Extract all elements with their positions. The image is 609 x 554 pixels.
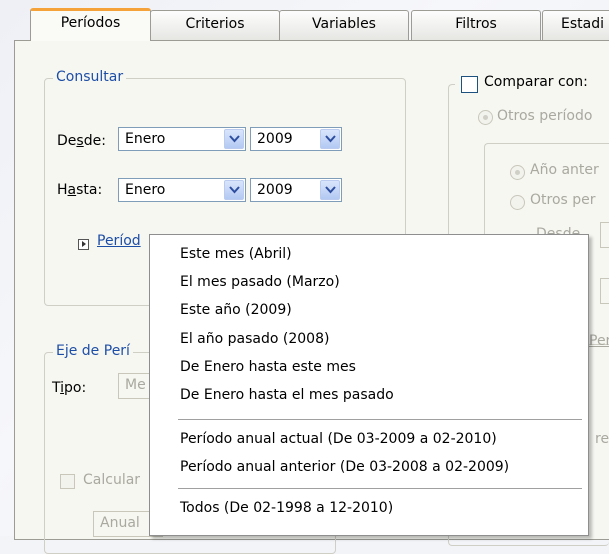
tab-periodos[interactable]: Períodos [30, 8, 151, 41]
otros-per-radio[interactable] [510, 195, 525, 210]
menu-item-anio-pasado[interactable]: El año pasado (2008) [180, 331, 329, 347]
menu-separator [178, 488, 582, 490]
chevron-down-icon[interactable] [320, 129, 340, 149]
menu-item-periodo-anual-anterior[interactable]: Período anual anterior (De 03-2008 a 02-… [180, 459, 509, 475]
anio-anterior-radio[interactable] [510, 165, 525, 180]
otros-per-label: Otros per [530, 192, 596, 208]
desde-label: Desde: [57, 133, 106, 149]
chevron-down-icon[interactable] [320, 180, 340, 200]
tipo-value: Me [125, 377, 146, 393]
anio-anterior-label: Año anter [530, 162, 599, 178]
expand-arrow-icon[interactable] [78, 239, 89, 250]
desde-month-value: Enero [125, 131, 166, 147]
desde-month-select[interactable]: Enero [118, 127, 246, 151]
periods-context-menu: Este mes (Abril) El mes pasado (Marzo) E… [149, 234, 589, 536]
hasta-year-select[interactable]: 2009 [250, 178, 342, 202]
menu-item-todos[interactable]: Todos (De 02-1998 a 12-2010) [180, 500, 393, 516]
comparar-checkbox[interactable] [461, 76, 478, 93]
calcular-checkbox[interactable] [60, 474, 75, 489]
hasta-month-select[interactable]: Enero [118, 178, 246, 202]
menu-item-este-anio[interactable]: Este año (2009) [180, 302, 292, 318]
comparar-re-label: re [595, 431, 609, 447]
comparar-per-link[interactable]: Per [589, 333, 609, 349]
chevron-down-icon[interactable] [224, 129, 244, 149]
hasta-month-value: Enero [125, 182, 166, 198]
menu-item-enero-mes-pasado[interactable]: De Enero hasta el mes pasado [180, 387, 394, 403]
comparar-desde-select[interactable] [600, 222, 609, 248]
desde-year-value: 2009 [257, 131, 293, 147]
menu-item-mes-pasado[interactable]: El mes pasado (Marzo) [180, 274, 340, 290]
tab-estadisticas[interactable]: Estadi [542, 10, 609, 40]
hasta-label: Hasta: [57, 182, 103, 198]
tipo-label: Tipo: [52, 380, 87, 396]
hasta-year-value: 2009 [257, 182, 293, 198]
menu-item-enero-este-mes[interactable]: De Enero hasta este mes [180, 359, 356, 375]
calcular-label: Calcular [83, 472, 141, 488]
eje-periodo-legend: Eje de Perí [53, 343, 133, 359]
menu-separator [178, 419, 582, 421]
menu-item-periodo-anual-actual[interactable]: Período anual actual (De 03-2009 a 02-20… [180, 431, 497, 447]
periods-link[interactable]: Períod [97, 233, 141, 249]
tab-filtros[interactable]: Filtros [411, 10, 541, 40]
anual-value: Anual [100, 515, 140, 531]
comparar-label: Comparar con: [484, 74, 588, 90]
desde-year-select[interactable]: 2009 [250, 127, 342, 151]
otros-periodos-radio[interactable] [478, 110, 493, 125]
menu-item-este-mes[interactable]: Este mes (Abril) [180, 246, 292, 262]
consultar-legend: Consultar [53, 69, 127, 85]
chevron-down-icon[interactable] [224, 180, 244, 200]
tab-variables[interactable]: Variables [279, 10, 409, 40]
comparar-hasta-select[interactable] [600, 278, 609, 304]
otros-periodos-label: Otros período [497, 108, 593, 124]
tab-criterios[interactable]: Criterios [150, 10, 280, 40]
